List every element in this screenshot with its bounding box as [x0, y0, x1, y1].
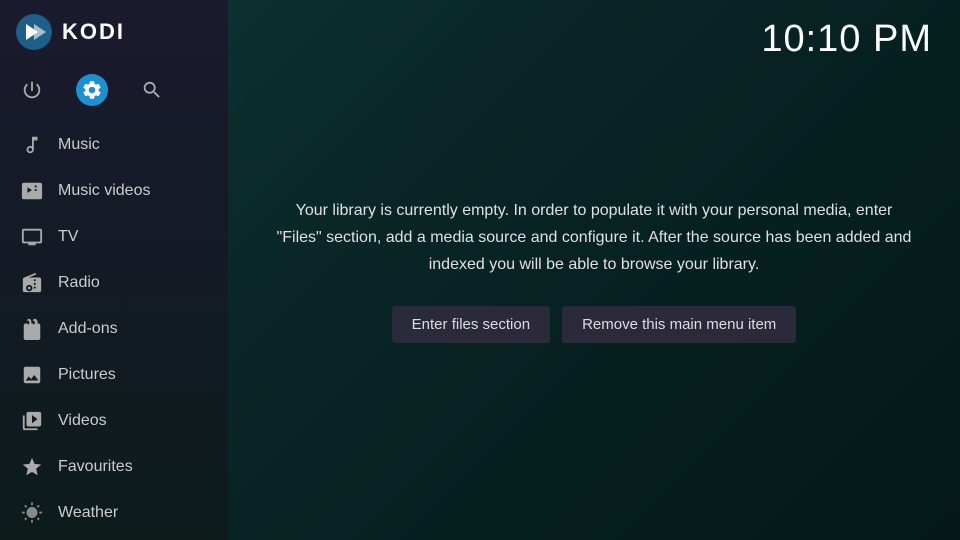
clock-display: 10:10 PM	[761, 18, 932, 61]
sidebar-item-music[interactable]: Music	[0, 122, 228, 168]
music-label: Music	[58, 136, 100, 154]
addons-label: Add-ons	[58, 320, 118, 338]
app-title: KODI	[62, 19, 125, 45]
videos-label: Videos	[58, 412, 107, 430]
sidebar-item-tv[interactable]: TV	[0, 214, 228, 260]
sidebar: KODI Music	[0, 0, 228, 540]
sidebar-item-music-videos[interactable]: Music videos	[0, 168, 228, 214]
pictures-icon	[20, 363, 44, 387]
dialog-actions: Enter files section Remove this main men…	[274, 306, 914, 343]
settings-icon	[81, 79, 103, 101]
music-icon	[20, 133, 44, 157]
sidebar-item-add-ons[interactable]: Add-ons	[0, 306, 228, 352]
pictures-label: Pictures	[58, 366, 116, 384]
favourites-label: Favourites	[58, 458, 133, 476]
main-content: 10:10 PM Your library is currently empty…	[228, 0, 960, 540]
main-nav: Music Music videos TV Radio Add-ons	[0, 122, 228, 540]
videos-icon	[20, 409, 44, 433]
sidebar-item-radio[interactable]: Radio	[0, 260, 228, 306]
dialog-message: Your library is currently empty. In orde…	[274, 197, 914, 279]
music-video-icon	[20, 179, 44, 203]
addon-icon	[20, 317, 44, 341]
remove-menu-item-button[interactable]: Remove this main menu item	[562, 306, 796, 343]
weather-label: Weather	[58, 504, 118, 522]
sidebar-item-weather[interactable]: Weather	[0, 490, 228, 536]
radio-label: Radio	[58, 274, 100, 292]
star-icon	[20, 455, 44, 479]
search-icon	[141, 79, 163, 101]
sidebar-item-videos[interactable]: Videos	[0, 398, 228, 444]
sidebar-item-favourites[interactable]: Favourites	[0, 444, 228, 490]
power-icon	[21, 79, 43, 101]
tv-icon	[20, 225, 44, 249]
settings-button[interactable]	[76, 74, 108, 106]
app-header: KODI	[0, 0, 228, 64]
search-button[interactable]	[136, 74, 168, 106]
radio-icon	[20, 271, 44, 295]
tv-label: TV	[58, 228, 78, 246]
music-videos-label: Music videos	[58, 182, 150, 200]
enter-files-button[interactable]: Enter files section	[392, 306, 550, 343]
empty-library-dialog: Your library is currently empty. In orde…	[254, 177, 934, 364]
weather-icon	[20, 501, 44, 525]
power-button[interactable]	[16, 74, 48, 106]
toolbar	[0, 64, 228, 122]
sidebar-item-pictures[interactable]: Pictures	[0, 352, 228, 398]
kodi-logo-icon	[16, 14, 52, 50]
